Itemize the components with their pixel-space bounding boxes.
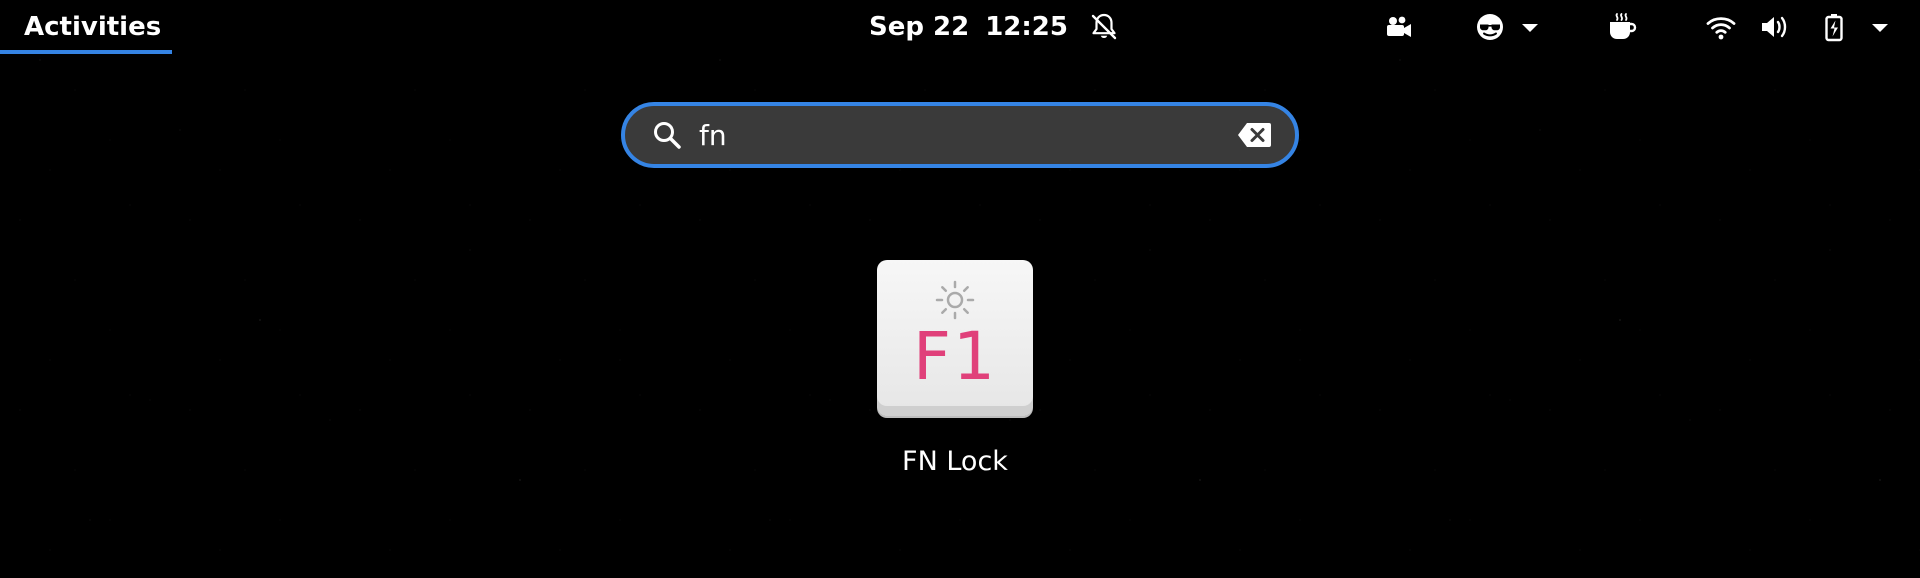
fn-lock-icon: F1 [877, 260, 1033, 416]
chevron-down-icon[interactable] [1516, 11, 1544, 43]
clock-time: 12:25 [985, 12, 1068, 42]
wifi-icon[interactable] [1705, 11, 1737, 43]
search-input[interactable] [699, 106, 1219, 164]
clock-button[interactable]: Sep 22 12:25 [869, 0, 1120, 54]
app-name-label: FN Lock [902, 446, 1008, 477]
activities-button[interactable]: Activities [0, 0, 172, 54]
search-result-fn-lock[interactable]: F1 FN Lock [860, 252, 1050, 492]
activities-label: Activities [24, 12, 162, 42]
activities-indicator [0, 50, 172, 54]
notifications-disabled-icon [1088, 11, 1120, 43]
search-icon [654, 122, 681, 149]
screen-share-icon[interactable] [1474, 11, 1506, 43]
battery-icon[interactable] [1818, 11, 1850, 43]
top-bar: Activities Sep 22 12:25 [0, 0, 1920, 54]
volume-icon[interactable] [1758, 11, 1790, 43]
camera-icon[interactable] [1383, 11, 1415, 43]
search-bar[interactable] [621, 102, 1299, 168]
chevron-down-icon[interactable] [1866, 11, 1894, 43]
desktop-overview: Activities Sep 22 12:25 fn F1 FN Lock [0, 0, 1920, 578]
clear-search-icon[interactable] [1237, 121, 1273, 149]
key-label: F1 [913, 318, 997, 395]
brightness-icon [935, 280, 975, 320]
clock-date: Sep 22 [869, 12, 970, 42]
caffeine-icon[interactable] [1605, 11, 1637, 43]
